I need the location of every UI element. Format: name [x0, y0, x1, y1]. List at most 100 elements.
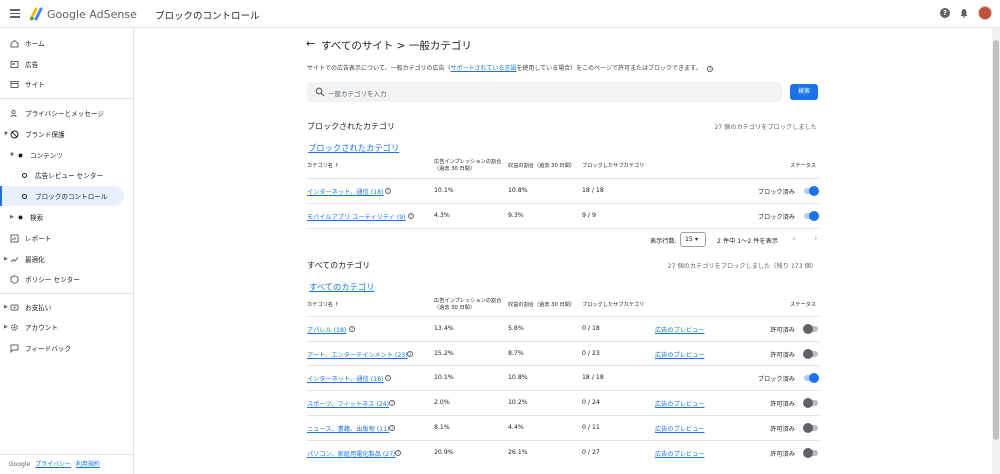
impressions-value: 4.3% — [434, 212, 450, 219]
sidebar-divider — [0, 454, 133, 455]
sidebar-item-payments[interactable]: ▶ お支払い — [0, 297, 133, 317]
dot-icon — [18, 153, 23, 157]
sidebar-item-label: サイト — [25, 81, 45, 89]
help-icon[interactable]: ? — [940, 8, 950, 18]
sidebar-item-policy-center[interactable]: ポリシー センター — [0, 269, 133, 289]
sidebar-item-sites[interactable]: サイト — [0, 74, 133, 94]
privacy-link[interactable]: プライバシー — [35, 461, 71, 468]
sidebar-item-search[interactable]: ▶ 検索 — [0, 207, 133, 227]
block-toggle[interactable] — [803, 323, 819, 334]
caret-right-icon: ▶ — [4, 324, 8, 330]
ad-preview-link[interactable]: 広告のプレビュー — [655, 449, 705, 458]
info-icon[interactable]: ? — [385, 375, 391, 382]
notifications-icon[interactable] — [959, 8, 969, 18]
status-label: ブロック済み — [757, 189, 795, 196]
info-icon[interactable]: ? — [389, 424, 395, 431]
ad-preview-link[interactable]: 広告のプレビュー — [655, 350, 705, 359]
category-name-link[interactable]: アート、エンターテインメント (23) — [307, 350, 408, 359]
sidebar-item-content[interactable]: ▼ コンテンツ — [0, 145, 133, 165]
block-toggle[interactable] — [803, 348, 819, 359]
sidebar-item-reports[interactable]: レポート — [0, 228, 133, 248]
sidebar-item-account[interactable]: ▶ アカウント — [0, 317, 133, 337]
page-scrollbar[interactable] — [992, 28, 1000, 474]
page-heading: すべてのサイト > 一般カテゴリ — [321, 40, 472, 52]
table-row: ニュース、書籍、出版物 (11)? 8.1% 4.4% 0 / 11 広告のプレビュー 許… — [307, 414, 819, 440]
sidebar-item-privacy[interactable]: プライバシーとメッセージ — [0, 103, 133, 123]
info-icon[interactable]: ? — [349, 326, 355, 332]
ad-preview-link[interactable]: 広告のプレビュー — [655, 325, 705, 334]
block-toggle[interactable] — [803, 447, 819, 458]
sidebar-item-optimization[interactable]: ▶ 最適化 — [0, 249, 133, 269]
prev-page-icon[interactable]: ‹ — [792, 234, 796, 244]
col-header-name[interactable]: カテゴリ名 ↑ — [307, 302, 339, 309]
impressions-value: 8.1% — [434, 423, 450, 431]
sidebar-item-label: 広告レビュー センター — [35, 172, 104, 180]
caret-right-icon: ▶ — [10, 214, 14, 220]
rows-per-page-select[interactable]: 15 ▾ — [680, 232, 706, 247]
sidebar-item-brand-safety[interactable]: ▼ ブランド保護 — [0, 124, 133, 144]
policy-icon — [10, 274, 19, 284]
dropdown-arrow-icon: ▾ — [694, 236, 698, 243]
category-name-link[interactable]: ニュース、書籍、出版物 (11) — [307, 424, 389, 433]
col-header-status: ステータス — [790, 163, 816, 169]
sidebar-item-home[interactable]: ホーム — [0, 33, 133, 53]
back-arrow-icon[interactable]: ← — [306, 37, 315, 50]
category-name-link[interactable]: モバイルアプリ ユーティリティ (9) — [307, 212, 406, 221]
info-icon[interactable]: ? — [707, 65, 714, 72]
block-toggle[interactable] — [803, 422, 819, 433]
status-label: 許可済み — [770, 425, 795, 433]
feedback-icon — [10, 344, 19, 353]
gear-icon — [11, 323, 18, 331]
info-icon[interactable]: ? — [407, 350, 413, 357]
payment-icon — [10, 304, 19, 310]
block-toggle[interactable] — [803, 372, 819, 384]
blocked-section-title: ブロックされたカテゴリ — [307, 122, 395, 131]
terms-link[interactable]: 利用規約 — [76, 461, 100, 468]
all-categories-link[interactable]: すべてのカテゴリ — [309, 281, 374, 293]
revenue-value: 10.2% — [508, 399, 528, 407]
circle-icon — [22, 172, 27, 178]
impressions-value: 15.2% — [434, 349, 454, 357]
category-name-link[interactable]: インターネット、通信 (18) — [307, 374, 383, 383]
sort-up-icon: ↑ — [334, 163, 339, 169]
menu-icon[interactable] — [10, 9, 20, 18]
supported-languages-link[interactable]: サポートされている言語 — [451, 65, 517, 72]
dot-icon — [18, 215, 23, 219]
avatar[interactable] — [978, 6, 992, 20]
revenue-value: 4.4% — [508, 423, 524, 431]
sidebar-item-ads[interactable]: 広告 — [0, 54, 133, 74]
info-icon[interactable]: ? — [395, 449, 401, 456]
info-icon[interactable]: ? — [389, 400, 395, 407]
category-name-link[interactable]: スポーツ、フィットネス (24) — [307, 399, 389, 408]
category-name-link[interactable]: パソコン、家庭用電化製品 (27) — [307, 449, 396, 458]
sidebar-item-feedback[interactable]: フィードバック — [0, 338, 133, 358]
status-label: 許可済み — [770, 450, 795, 458]
next-page-icon[interactable]: › — [814, 234, 818, 244]
ad-preview-link[interactable]: 広告のプレビュー — [655, 399, 705, 408]
category-name-link[interactable]: インターネット、通信 (18) — [307, 187, 383, 196]
block-toggle[interactable] — [803, 185, 819, 196]
category-name-link[interactable]: アパレル (18) — [307, 325, 346, 334]
info-icon[interactable]: ? — [408, 213, 414, 219]
info-icon[interactable]: ? — [385, 188, 391, 194]
sidebar-item-ad-review-center[interactable]: 広告レビュー センター — [0, 165, 133, 185]
impressions-value: 10.1% — [434, 187, 454, 194]
col-header-impressions: 広告インプレッションの割合 （過去 30 日間） — [434, 159, 502, 172]
category-search-box[interactable]: 一般カテゴリを入力 — [307, 82, 782, 102]
blocked-count: 27 個のカテゴリをブロックしました — [714, 124, 817, 131]
block-toggle[interactable] — [803, 210, 819, 221]
search-input[interactable]: 一般カテゴリを入力 — [328, 88, 387, 98]
rows-per-page-label: 表示行数: — [650, 238, 677, 245]
blocked-categories-link[interactable]: ブロックされたカテゴリ — [308, 142, 399, 154]
block-toggle[interactable] — [803, 397, 819, 409]
footer-google: Google — [9, 461, 31, 468]
sidebar-item-blocking-controls[interactable]: ブロックのコントロール — [0, 186, 124, 206]
sidebar-divider — [0, 293, 133, 294]
ad-preview-link[interactable]: 広告のプレビュー — [655, 424, 705, 433]
subcategories-value: 18 / 18 — [582, 187, 604, 194]
col-header-revenue: 収益の割合（過去 30 日間） — [508, 163, 575, 169]
col-header-subcategories: ブロックしたサブカテゴリ — [582, 163, 645, 169]
col-header-name[interactable]: カテゴリ名 ↑ — [307, 163, 339, 170]
search-button[interactable]: 検索 — [790, 84, 818, 100]
subcategories-value: 0 / 24 — [582, 399, 600, 407]
